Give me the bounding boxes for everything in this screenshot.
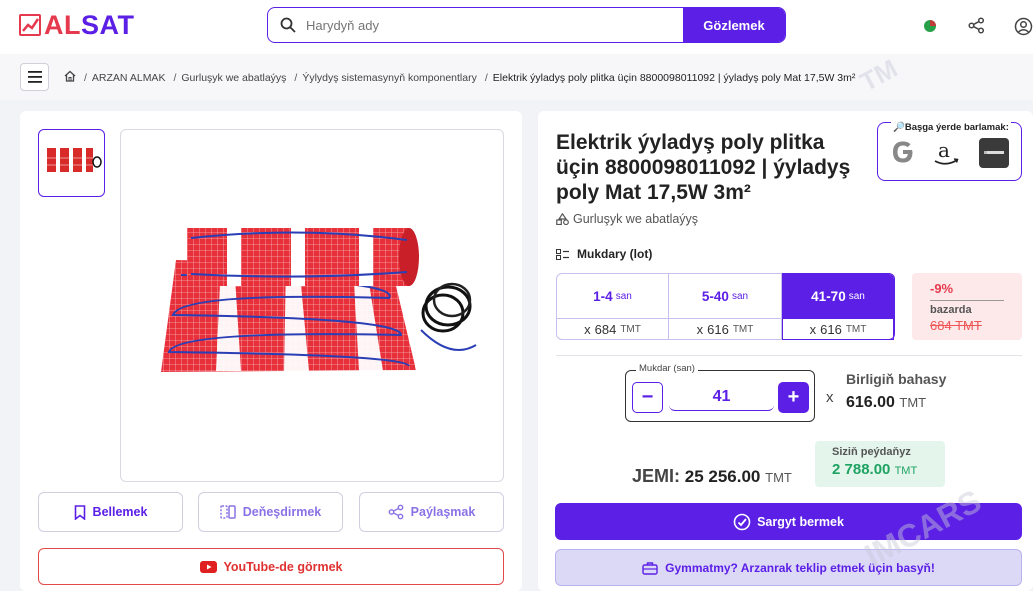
product-thumbnail[interactable]	[38, 129, 105, 197]
quantity-field-label: Mukdar (san)	[636, 363, 698, 374]
share-button[interactable]: Paýlaşmak	[359, 492, 504, 532]
quantity-label: Mukdary (lot)	[556, 247, 652, 261]
search-input[interactable]	[268, 8, 683, 42]
category-shapes-icon	[556, 213, 569, 225]
offer-lower-price-button[interactable]: Gymmatmy? Arzanrak teklip etmek üçin bas…	[555, 549, 1022, 586]
breadcrumb-link[interactable]: ARZAN ALMAK	[92, 72, 166, 84]
multiply-sign: x	[826, 389, 834, 406]
amazon-icon[interactable]: a	[931, 138, 961, 172]
breadcrumb-link[interactable]: Ýylydyş sistemasynyň komponentlary	[302, 72, 477, 84]
product-title: Elektrik ýyladyş poly plitka üçin 880009…	[556, 131, 851, 204]
category-label: Gurluşyk we abatlaýyş	[573, 212, 699, 226]
total-currency: TMT	[765, 470, 792, 485]
compare-icon	[219, 505, 236, 519]
tier-currency: TMT	[620, 324, 641, 335]
discount-badge: -9% bazarda 684 TMT	[912, 273, 1022, 340]
unit-price-label: Birligiň bahasy	[846, 371, 947, 387]
product-main-image[interactable]	[120, 129, 504, 482]
google-icon[interactable]	[890, 139, 916, 170]
savings-badge: Siziň peýdaňyz 2 788.00 TMT	[815, 441, 945, 487]
home-icon[interactable]	[64, 70, 76, 85]
tier-range: 5-40	[701, 288, 729, 304]
divider	[556, 355, 1022, 356]
menu-button[interactable]	[20, 63, 49, 91]
search-button[interactable]: Gözlemek	[683, 8, 785, 42]
compare-elsewhere-box: 🔎Başga ýerde barlamak: a	[877, 122, 1022, 181]
breadcrumb: / ARZAN ALMAK / Gurluşyk we abatlaýyş / Ýyl…	[64, 70, 855, 85]
bookmark-button[interactable]: Bellemek	[38, 492, 183, 532]
discount-label: bazarda	[930, 304, 972, 316]
svg-text:a: a	[938, 139, 950, 162]
tier-range: 41-70	[811, 288, 846, 304]
breadcrumb-current: Elektrik ýyladyş poly plitka üçin 880009…	[492, 71, 856, 84]
bookmark-icon	[74, 504, 85, 520]
tier-prefix: x	[584, 322, 591, 337]
logo-text: ALSAT	[44, 10, 135, 40]
search-icon	[280, 17, 296, 38]
quantity-input[interactable]	[669, 384, 774, 411]
order-label: Sargyt bermek	[757, 514, 844, 529]
share-icon	[388, 504, 404, 520]
order-button[interactable]: Sargyt bermek	[555, 503, 1022, 540]
compare-button[interactable]: Deňeşdirmek	[198, 492, 343, 532]
price-tier-1-4[interactable]: 1-4 san x 684 TMT	[556, 273, 669, 340]
share-icon[interactable]	[968, 17, 985, 39]
tier-price: 684	[594, 322, 617, 337]
compare-label: Deňeşdirmek	[242, 505, 322, 519]
tier-unit: san	[615, 290, 632, 302]
youtube-icon	[199, 560, 217, 573]
compare-elsewhere-label: 🔎Başga ýerde barlamak:	[891, 122, 1011, 133]
youtube-label: YouTube-de görmek	[223, 559, 343, 574]
total-price: JEMI: 25 256.00 TMT	[632, 466, 792, 487]
tier-range: 1-4	[593, 288, 613, 304]
bookmark-label: Bellemek	[92, 505, 148, 519]
total-label: JEMI:	[632, 466, 681, 486]
check-circle-icon	[733, 513, 751, 530]
logo-chart-icon	[19, 14, 41, 36]
tier-unit: san	[848, 290, 865, 302]
tier-price: 616	[820, 321, 842, 337]
product-category[interactable]: Gurluşyk we abatlaýyş	[556, 212, 698, 226]
briefcase-icon	[642, 561, 658, 575]
price-tier-5-40[interactable]: 5-40 san x 616 TMT	[669, 273, 782, 340]
total-value: 25 256.00	[684, 467, 761, 486]
status-indicator-icon[interactable]	[923, 19, 937, 38]
old-price: 684 TMT	[930, 318, 982, 333]
search-bar: Gözlemek	[267, 7, 786, 43]
savings-value: 2 788.00 TMT	[832, 461, 918, 478]
tier-prefix: x	[809, 321, 817, 337]
share-label: Paýlaşmak	[410, 505, 476, 519]
heating-mat-illustration	[161, 228, 477, 372]
tier-currency: TMT	[845, 323, 867, 335]
marketplace-logo-icon[interactable]	[979, 138, 1009, 173]
tier-unit: san	[731, 290, 749, 302]
discount-percent: -9%	[930, 281, 954, 296]
savings-label: Siziň peýdaňyz	[832, 446, 911, 458]
breadcrumb-link[interactable]: Gurluşyk we abatlaýyş	[181, 72, 286, 84]
unit-price-value: 616.00 TMT	[846, 394, 927, 411]
site-logo[interactable]: ALSAT	[19, 10, 135, 40]
tier-currency: TMT	[732, 324, 754, 335]
hamburger-icon	[27, 71, 42, 83]
list-settings-icon	[556, 248, 569, 260]
increment-button[interactable]: +	[778, 382, 809, 413]
tier-price: 616	[707, 322, 729, 337]
youtube-button[interactable]: YouTube-de görmek	[38, 548, 504, 585]
user-account-icon[interactable]	[1014, 17, 1033, 41]
quantity-stepper: Mukdar (san) − +	[625, 363, 815, 422]
offer-label: Gymmatmy? Arzanrak teklip etmek üçin bas…	[665, 560, 935, 575]
price-tier-41-70[interactable]: 41-70 san x 616 TMT	[782, 273, 895, 340]
tier-prefix: x	[696, 322, 704, 337]
decrement-button[interactable]: −	[632, 382, 663, 413]
